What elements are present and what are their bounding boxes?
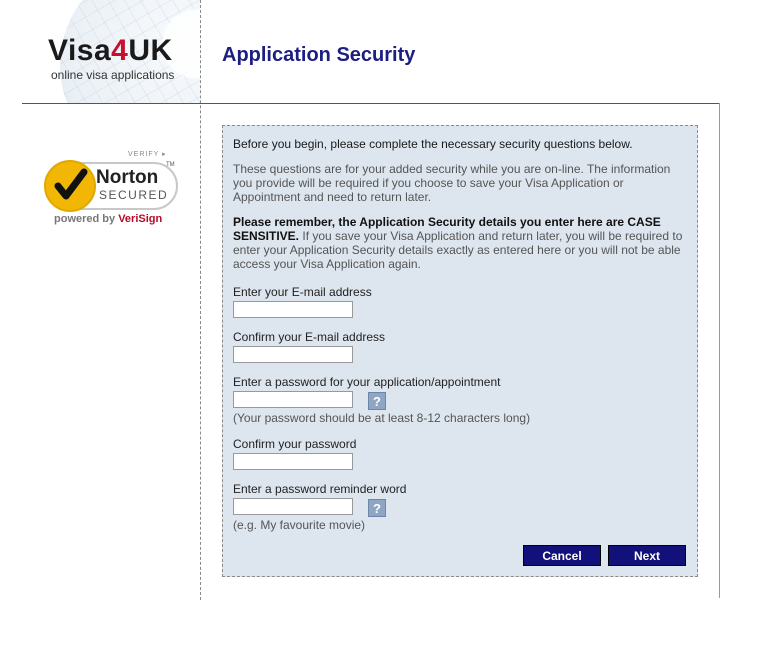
seal-tm-text: TM — [166, 162, 175, 168]
reminder-hint: (e.g. My favourite movie) — [233, 518, 366, 532]
password-help-icon[interactable]: ? — [368, 392, 386, 410]
page-title: Application Security — [222, 44, 416, 66]
reminder-field[interactable] — [233, 498, 353, 515]
password-field[interactable] — [233, 391, 353, 408]
checkmark-icon — [44, 160, 96, 212]
header-divider — [22, 103, 720, 104]
verisign-text: VeriSign — [118, 213, 163, 225]
seal-powered-by: powered by VeriSign — [54, 213, 162, 225]
email-label: Enter your E-mail address — [233, 285, 372, 299]
reminder-label: Enter a password reminder word — [233, 482, 407, 496]
case-sensitive-notice: Please remember, the Application Securit… — [233, 215, 688, 271]
norton-secured-seal[interactable]: VERIFY ▸ Norton SECURED TM powered by Ve… — [44, 150, 179, 230]
security-form-panel: Before you begin, please complete the ne… — [222, 125, 698, 577]
confirm-email-field[interactable] — [233, 346, 353, 363]
reminder-help-icon[interactable]: ? — [368, 499, 386, 517]
right-border — [719, 103, 720, 598]
case-sensitive-rest: If you save your Visa Application and re… — [233, 229, 683, 271]
logo-tagline: online visa applications — [51, 68, 175, 82]
password-hint: (Your password should be at least 8-12 c… — [233, 411, 531, 425]
logo-visa: Visa — [48, 34, 112, 67]
info-text: These questions are for your added secur… — [233, 162, 671, 204]
intro-text: Before you begin, please complete the ne… — [233, 137, 633, 151]
seal-secured-text: SECURED — [99, 188, 169, 202]
logo-four: 4 — [111, 34, 129, 67]
powered-by-text: powered by — [54, 213, 119, 225]
confirm-password-label: Confirm your password — [233, 437, 357, 451]
confirm-email-label: Confirm your E-mail address — [233, 330, 386, 344]
cancel-button[interactable]: Cancel — [523, 545, 601, 566]
logo-wordmark: Visa4UK — [48, 36, 174, 66]
email-field[interactable] — [233, 301, 353, 318]
next-button[interactable]: Next — [608, 545, 686, 566]
vertical-divider — [200, 0, 201, 600]
confirm-password-field[interactable] — [233, 453, 353, 470]
seal-norton-text: Norton — [96, 167, 159, 188]
logo-uk: UK — [128, 34, 173, 67]
password-label: Enter a password for your application/ap… — [233, 375, 501, 389]
site-logo[interactable]: Visa4UK online visa applications — [48, 36, 175, 83]
seal-verify-text: VERIFY ▸ — [128, 151, 167, 158]
